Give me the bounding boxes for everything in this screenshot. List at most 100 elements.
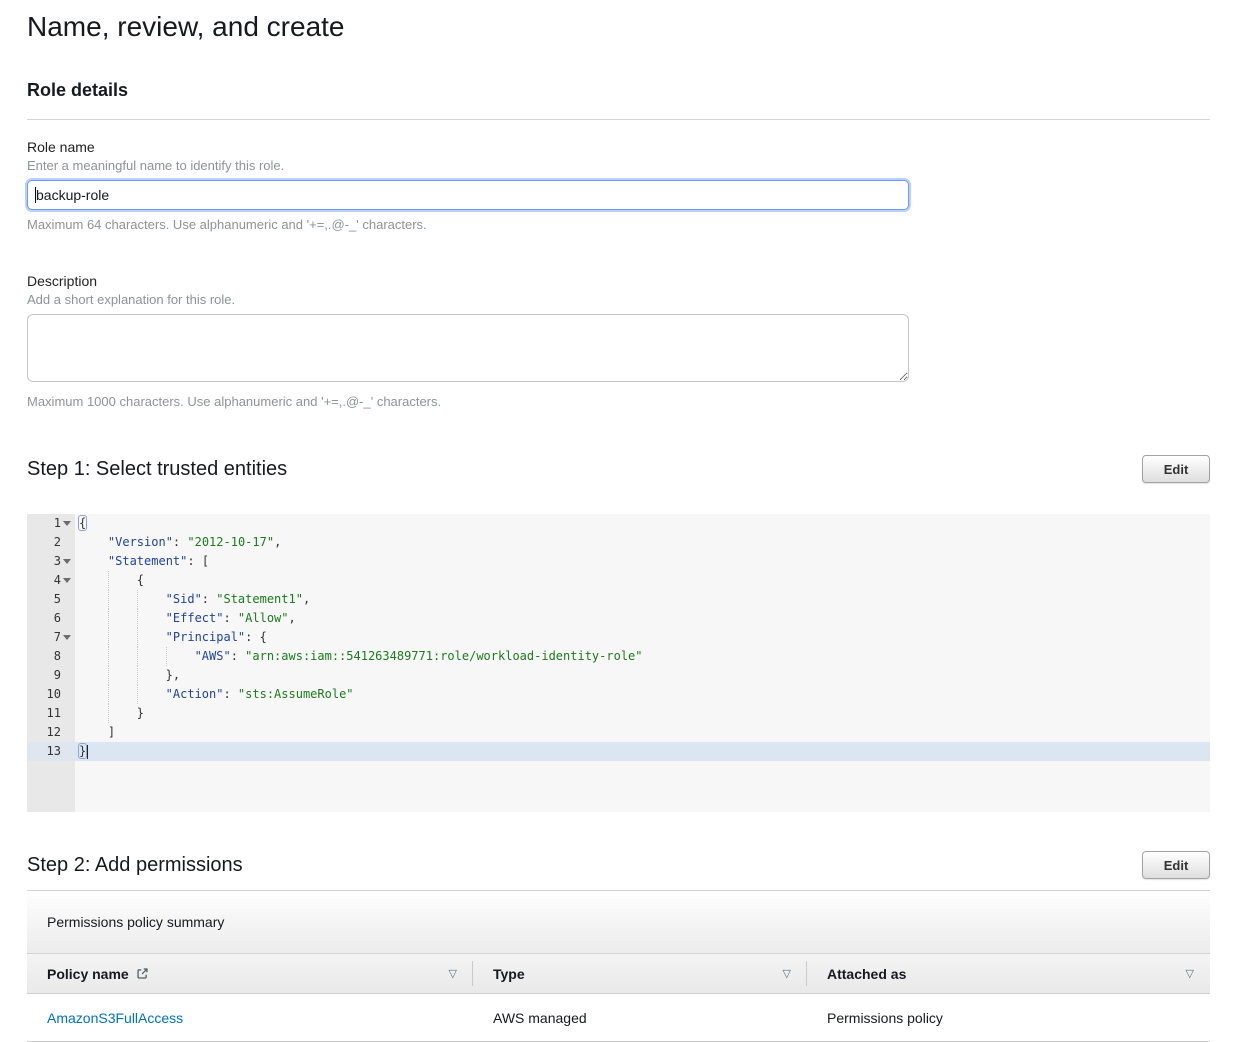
sort-caret-icon[interactable]: ▽ (449, 967, 457, 980)
permissions-summary-title: Permissions policy summary (47, 914, 224, 930)
code-line[interactable]: { (75, 514, 1210, 533)
indent-guide (137, 609, 166, 628)
json-punctuation: , (289, 611, 296, 625)
line-number[interactable]: 5 (27, 590, 75, 609)
line-number[interactable]: 13 (27, 742, 75, 761)
indent-guide (137, 590, 166, 609)
editor-code-pane[interactable]: {"Version": "2012-10-17","Statement": [{… (75, 514, 1210, 812)
external-link-icon (136, 967, 149, 980)
role-name-label: Role name (27, 139, 1210, 155)
code-line[interactable]: "AWS": "arn:aws:iam::541263489771:role/w… (75, 647, 1210, 666)
json-string: "Allow" (238, 611, 289, 625)
description-hint: Add a short explanation for this role. (27, 292, 1210, 307)
json-string: "2012-10-17" (187, 535, 274, 549)
json-string: "Statement1" (216, 592, 303, 606)
indent-guide (79, 666, 108, 685)
editor-gutter[interactable]: 12345678910111213 (27, 514, 75, 812)
line-number[interactable]: 6 (27, 609, 75, 628)
json-key: "Effect" (166, 611, 224, 625)
role-name-input[interactable] (27, 180, 909, 210)
code-line[interactable]: } (75, 704, 1210, 723)
json-key: "Action" (166, 687, 224, 701)
code-line[interactable]: }, (75, 666, 1210, 685)
code-line[interactable]: "Principal": { (75, 628, 1210, 647)
sort-caret-icon[interactable]: ▽ (783, 967, 791, 980)
permissions-summary-container: Permissions policy summary Policy name▽T… (27, 890, 1210, 1042)
code-line[interactable]: "Version": "2012-10-17", (75, 533, 1210, 552)
indent-guide (79, 685, 108, 704)
indent-guide (79, 609, 108, 628)
step2-heading: Step 2: Add permissions (27, 851, 243, 879)
fold-arrow-icon[interactable] (63, 578, 71, 583)
indent-guide (108, 666, 137, 685)
json-punctuation: : (223, 611, 237, 625)
json-punctuation: { (79, 516, 86, 530)
line-number[interactable]: 2 (27, 533, 75, 552)
table-row: AmazonS3FullAccessAWS managedPermissions… (27, 994, 1210, 1042)
line-number[interactable]: 4 (27, 571, 75, 590)
code-line[interactable]: "Effect": "Allow", (75, 609, 1210, 628)
json-key: "Principal" (166, 630, 245, 644)
role-name-constraint: Maximum 64 characters. Use alphanumeric … (27, 217, 1210, 232)
step1-heading: Step 1: Select trusted entities (27, 455, 287, 483)
section-divider (27, 119, 1210, 120)
json-string: "arn:aws:iam::541263489771:role/workload… (245, 649, 642, 663)
indent-guide (137, 666, 166, 685)
line-number[interactable]: 7 (27, 628, 75, 647)
indent-guide (108, 571, 137, 590)
indent-guide (79, 647, 108, 666)
code-line[interactable]: { (75, 571, 1210, 590)
json-punctuation: : { (245, 630, 267, 644)
line-number[interactable]: 11 (27, 704, 75, 723)
json-punctuation: : [ (187, 554, 209, 568)
code-line[interactable]: } (75, 742, 1210, 761)
code-line[interactable]: "Sid": "Statement1", (75, 590, 1210, 609)
indent-guide (79, 533, 108, 552)
json-key: "AWS" (195, 649, 231, 663)
description-constraint: Maximum 1000 characters. Use alphanumeri… (27, 394, 1210, 409)
indent-guide (79, 552, 108, 571)
code-line[interactable]: ] (75, 723, 1210, 742)
indent-guide (79, 571, 108, 590)
indent-guide (108, 704, 137, 723)
indent-guide (79, 704, 108, 723)
indent-guide (108, 647, 137, 666)
sort-caret-icon[interactable]: ▽ (1186, 967, 1194, 980)
step1-edit-button[interactable]: Edit (1142, 455, 1210, 483)
code-line[interactable]: "Action": "sts:AssumeRole" (75, 685, 1210, 704)
permissions-summary-header: Permissions policy summary (27, 891, 1210, 954)
fold-arrow-icon[interactable] (63, 635, 71, 640)
line-number[interactable]: 10 (27, 685, 75, 704)
column-header-type[interactable]: Type ▽ (473, 954, 807, 993)
line-number[interactable]: 12 (27, 723, 75, 742)
column-header-attached_as[interactable]: Attached as▽ (807, 954, 1210, 993)
step2-edit-button[interactable]: Edit (1142, 851, 1210, 879)
column-header-label: Type (493, 966, 525, 982)
line-number[interactable]: 8 (27, 647, 75, 666)
cell-policy_name: AmazonS3FullAccess (27, 994, 473, 1041)
fold-arrow-icon[interactable] (63, 559, 71, 564)
code-line[interactable]: "Statement": [ (75, 552, 1210, 571)
policy-table-header: Policy name▽Type▽Attached as▽ (27, 954, 1210, 994)
policy-name-link[interactable]: AmazonS3FullAccess (47, 1010, 183, 1026)
line-number[interactable]: 9 (27, 666, 75, 685)
line-number[interactable]: 1 (27, 514, 75, 533)
column-header-policy_name[interactable]: Policy name ▽ (27, 954, 473, 993)
json-punctuation: : (173, 535, 187, 549)
json-punctuation: { (137, 573, 144, 587)
policy-document-editor[interactable]: 12345678910111213 {"Version": "2012-10-1… (27, 514, 1210, 812)
indent-guide (108, 685, 137, 704)
role-name-hint: Enter a meaningful name to identify this… (27, 158, 1210, 173)
fold-arrow-icon[interactable] (63, 521, 71, 526)
indent-guide (108, 609, 137, 628)
json-punctuation: } (79, 744, 86, 758)
json-punctuation: : (231, 649, 245, 663)
json-punctuation: : (223, 687, 237, 701)
description-textarea[interactable] (27, 314, 909, 382)
indent-guide (108, 590, 137, 609)
json-key: "Statement" (108, 554, 187, 568)
editor-cursor (87, 745, 88, 759)
column-header-label: Policy name (47, 966, 129, 982)
line-number[interactable]: 3 (27, 552, 75, 571)
indent-guide (137, 647, 166, 666)
